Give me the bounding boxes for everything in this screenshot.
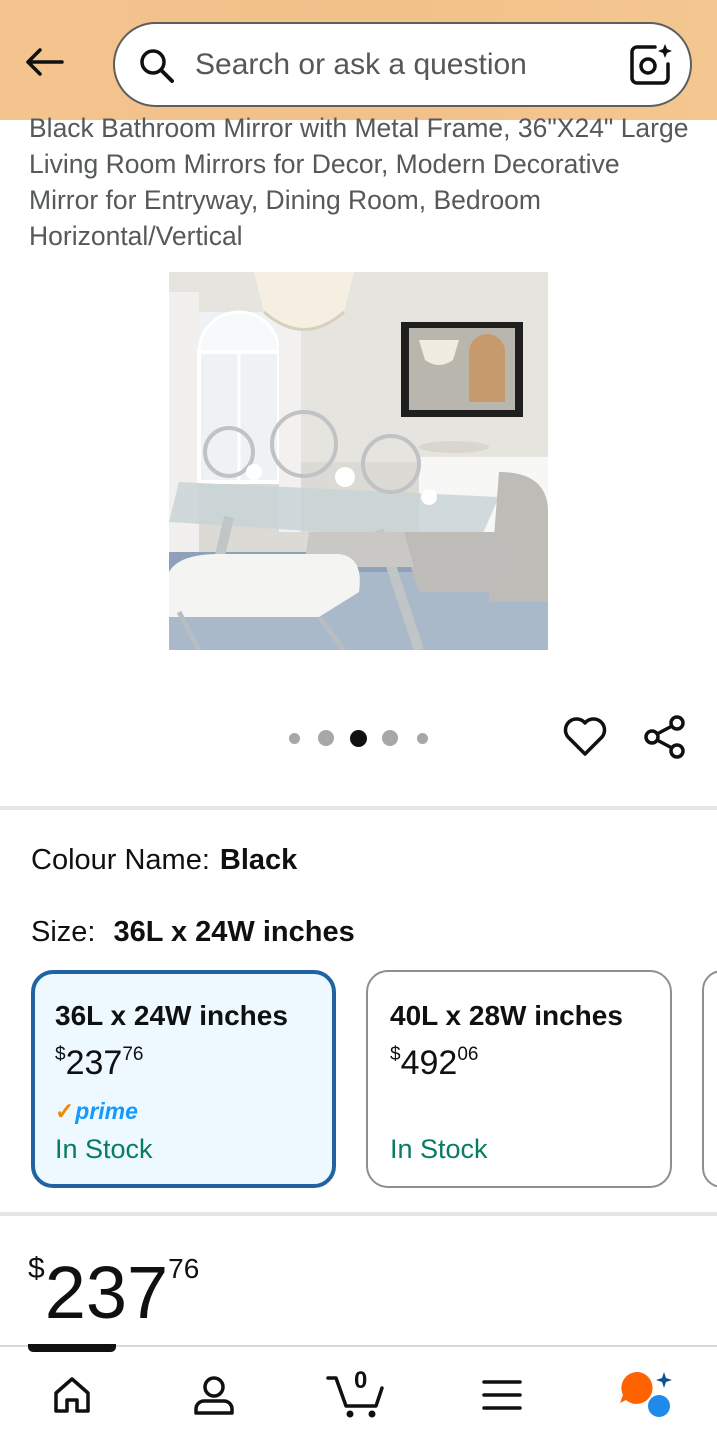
main-price: $23776 [28, 1250, 199, 1335]
size-option-price: $49206 [390, 1044, 478, 1083]
price-whole: 492 [400, 1044, 458, 1082]
size-option-price: $23776 [55, 1044, 143, 1083]
carousel-dot-4[interactable] [382, 730, 398, 746]
price-whole: 237 [65, 1044, 123, 1082]
account-icon [194, 1376, 234, 1415]
carousel-dot-3-active[interactable] [350, 730, 367, 747]
image-carousel-dots [286, 728, 436, 748]
main-price-currency: $ [28, 1252, 45, 1285]
size-value: 36L x 24W inches [113, 916, 355, 948]
share-icon[interactable] [642, 714, 688, 760]
home-icon [54, 1377, 90, 1413]
size-option-card[interactable]: 40L x 28W inches $49206 In Stock [366, 970, 672, 1188]
active-tab-indicator [28, 1344, 116, 1352]
price-currency: $ [390, 1044, 401, 1065]
search-input[interactable] [195, 40, 605, 90]
dining-room-photo [169, 272, 548, 650]
prime-check-icon: ✓ [55, 1098, 75, 1124]
back-arrow-icon [26, 48, 64, 76]
size-label: Size: [31, 916, 96, 948]
product-title: Black Bathroom Mirror with Metal Frame, … [29, 113, 689, 251]
size-option-label: 40L x 28W inches [390, 1000, 623, 1031]
back-button[interactable] [18, 36, 70, 88]
prime-label: prime [75, 1098, 138, 1124]
carousel-dot-2[interactable] [318, 730, 334, 746]
search-bar[interactable] [113, 22, 692, 107]
stock-status: In Stock [55, 1134, 153, 1164]
size-option-card-selected[interactable]: 36L x 24W inches $23776 ✓prime In Stock [31, 970, 336, 1188]
cart-count: 0 [354, 1367, 368, 1394]
rufus-assistant-icon [620, 1371, 672, 1417]
colour-name-row: Colour Name: Black [31, 844, 297, 877]
size-option-card-peek[interactable] [702, 970, 717, 1188]
nav-rufus-assistant[interactable] [616, 1365, 676, 1425]
price-currency: $ [55, 1044, 66, 1065]
price-cents: 06 [457, 1044, 479, 1065]
nav-home[interactable] [42, 1365, 102, 1425]
main-price-cents: 76 [168, 1253, 200, 1284]
carousel-dot-5[interactable] [417, 733, 428, 744]
colour-value: Black [219, 844, 298, 876]
top-header [0, 0, 717, 120]
size-row: Size: 36L x 24W inches [31, 916, 355, 949]
heart-icon[interactable] [562, 714, 608, 760]
camera-search-icon[interactable] [628, 42, 674, 88]
section-divider [0, 806, 717, 810]
nav-cart[interactable]: 0 [326, 1365, 386, 1425]
price-cents: 76 [122, 1044, 144, 1065]
prime-badge: ✓prime [55, 1098, 138, 1125]
main-price-whole: 237 [44, 1251, 169, 1334]
colour-label: Colour Name: [31, 844, 210, 876]
nav-menu[interactable] [472, 1365, 532, 1425]
section-divider [0, 1212, 717, 1216]
carousel-dot-1[interactable] [289, 733, 300, 744]
product-image[interactable] [169, 272, 548, 650]
search-icon [140, 49, 174, 83]
stock-status: In Stock [390, 1134, 488, 1164]
bottom-navigation: 0 [0, 1344, 717, 1440]
menu-icon [482, 1380, 522, 1410]
size-option-label: 36L x 24W inches [55, 1000, 288, 1031]
nav-account[interactable] [184, 1365, 244, 1425]
